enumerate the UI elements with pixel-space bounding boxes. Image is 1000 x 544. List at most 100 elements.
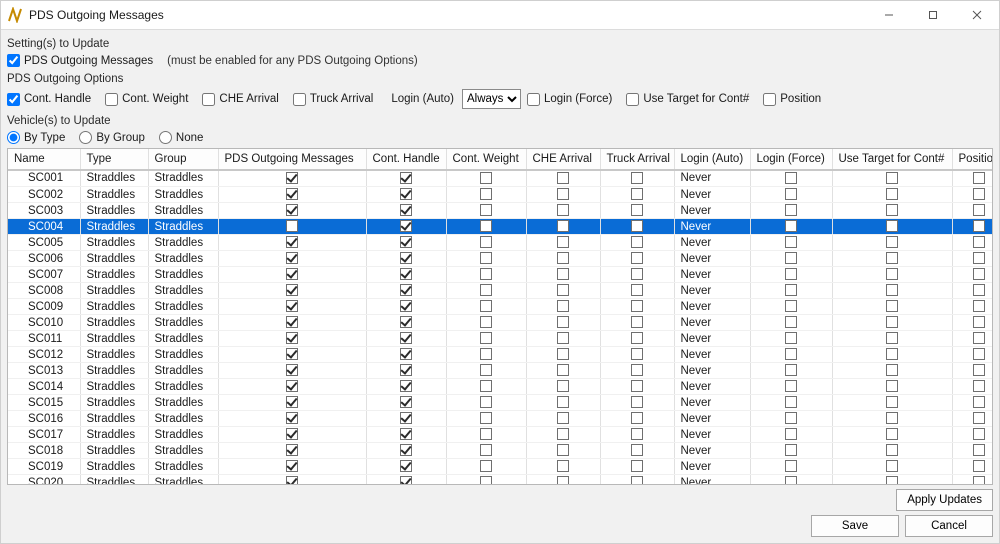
grid-checkbox[interactable] xyxy=(480,428,492,440)
col-la[interactable]: Login (Auto) xyxy=(674,149,750,169)
grid-checkbox[interactable] xyxy=(785,460,797,472)
grid-checkbox[interactable] xyxy=(400,204,412,216)
minimize-button[interactable] xyxy=(867,1,911,29)
grid-checkbox[interactable] xyxy=(557,220,569,232)
cell-login-force[interactable] xyxy=(750,331,832,347)
cell-che-arrival[interactable] xyxy=(526,347,600,363)
grid-checkbox[interactable] xyxy=(480,332,492,344)
grid-checkbox[interactable] xyxy=(631,220,643,232)
grid-checkbox[interactable] xyxy=(557,236,569,248)
col-chea[interactable]: CHE Arrival xyxy=(526,149,600,169)
grid-checkbox[interactable] xyxy=(785,284,797,296)
grid-checkbox[interactable] xyxy=(631,236,643,248)
cell-login-auto[interactable]: Never xyxy=(674,427,750,443)
cell-cont-weight[interactable] xyxy=(446,299,526,315)
grid-checkbox[interactable] xyxy=(286,348,298,360)
grid-checkbox[interactable] xyxy=(286,460,298,472)
cell-cont-weight[interactable] xyxy=(446,203,526,219)
cell-position[interactable] xyxy=(952,203,992,219)
grid-checkbox[interactable] xyxy=(557,188,569,200)
grid-checkbox[interactable] xyxy=(480,220,492,232)
grid-checkbox[interactable] xyxy=(400,252,412,264)
cell-cont-weight[interactable] xyxy=(446,235,526,251)
cell-use-target[interactable] xyxy=(832,235,952,251)
cell-cont-handle[interactable] xyxy=(366,459,446,475)
cell-cont-handle[interactable] xyxy=(366,395,446,411)
grid-checkbox[interactable] xyxy=(785,332,797,344)
grid-checkbox[interactable] xyxy=(286,444,298,456)
cell-pds[interactable] xyxy=(218,379,366,395)
cell-truck-arrival[interactable] xyxy=(600,203,674,219)
cell-login-auto[interactable]: Never xyxy=(674,187,750,203)
grid-checkbox[interactable] xyxy=(400,380,412,392)
grid-checkbox[interactable] xyxy=(400,460,412,472)
grid-checkbox[interactable] xyxy=(480,236,492,248)
grid-checkbox[interactable] xyxy=(400,236,412,248)
cell-truck-arrival[interactable] xyxy=(600,443,674,459)
grid-checkbox[interactable] xyxy=(785,444,797,456)
grid-checkbox[interactable] xyxy=(886,236,898,248)
grid-checkbox[interactable] xyxy=(480,380,492,392)
cell-login-auto[interactable]: Never xyxy=(674,235,750,251)
by-type-radio[interactable]: By Type xyxy=(7,131,65,144)
grid-checkbox[interactable] xyxy=(400,364,412,376)
cell-cont-weight[interactable] xyxy=(446,427,526,443)
cell-login-auto[interactable]: Never xyxy=(674,395,750,411)
cell-login-force[interactable] xyxy=(750,299,832,315)
cell-use-target[interactable] xyxy=(832,203,952,219)
grid-checkbox[interactable] xyxy=(557,396,569,408)
cell-use-target[interactable] xyxy=(832,475,952,485)
grid-checkbox[interactable] xyxy=(286,188,298,200)
grid-checkbox[interactable] xyxy=(886,204,898,216)
cell-login-force[interactable] xyxy=(750,475,832,485)
cell-che-arrival[interactable] xyxy=(526,395,600,411)
cell-che-arrival[interactable] xyxy=(526,443,600,459)
cell-cont-handle[interactable] xyxy=(366,187,446,203)
grid-checkbox[interactable] xyxy=(557,332,569,344)
cell-login-auto[interactable]: Never xyxy=(674,171,750,187)
login-force-checkbox[interactable]: Login (Force) xyxy=(527,93,612,106)
table-row[interactable]: SC020StraddlesStraddlesNever xyxy=(8,475,992,485)
grid-checkbox[interactable] xyxy=(973,204,985,216)
cell-cont-handle[interactable] xyxy=(366,443,446,459)
cancel-button[interactable]: Cancel xyxy=(905,515,993,537)
grid-checkbox[interactable] xyxy=(557,364,569,376)
cell-truck-arrival[interactable] xyxy=(600,315,674,331)
grid-checkbox[interactable] xyxy=(973,380,985,392)
cell-cont-weight[interactable] xyxy=(446,251,526,267)
grid-checkbox[interactable] xyxy=(973,428,985,440)
cont-handle-checkbox[interactable]: Cont. Handle xyxy=(7,93,91,106)
cell-login-auto[interactable]: Never xyxy=(674,251,750,267)
col-cw[interactable]: Cont. Weight xyxy=(446,149,526,169)
grid-checkbox[interactable] xyxy=(973,268,985,280)
cell-truck-arrival[interactable] xyxy=(600,251,674,267)
cell-cont-handle[interactable] xyxy=(366,283,446,299)
cell-che-arrival[interactable] xyxy=(526,331,600,347)
table-row[interactable]: SC008StraddlesStraddlesNever xyxy=(8,283,992,299)
grid-checkbox[interactable] xyxy=(631,284,643,296)
grid-checkbox[interactable] xyxy=(886,332,898,344)
cell-pds[interactable] xyxy=(218,267,366,283)
grid-checkbox[interactable] xyxy=(631,268,643,280)
grid-checkbox[interactable] xyxy=(286,476,298,484)
grid-checkbox[interactable] xyxy=(973,284,985,296)
cell-truck-arrival[interactable] xyxy=(600,331,674,347)
cell-cont-weight[interactable] xyxy=(446,347,526,363)
grid-checkbox[interactable] xyxy=(886,220,898,232)
cell-position[interactable] xyxy=(952,411,992,427)
cell-use-target[interactable] xyxy=(832,283,952,299)
col-type[interactable]: Type xyxy=(80,149,148,169)
cell-che-arrival[interactable] xyxy=(526,379,600,395)
cell-login-auto[interactable]: Never xyxy=(674,443,750,459)
grid-checkbox[interactable] xyxy=(631,252,643,264)
table-row[interactable]: SC004StraddlesStraddlesNever xyxy=(8,219,992,235)
grid-checkbox[interactable] xyxy=(631,172,643,184)
table-row[interactable]: SC017StraddlesStraddlesNever xyxy=(8,427,992,443)
cell-pds[interactable] xyxy=(218,411,366,427)
apply-updates-button[interactable]: Apply Updates xyxy=(896,489,993,511)
cell-use-target[interactable] xyxy=(832,267,952,283)
col-lf[interactable]: Login (Force) xyxy=(750,149,832,169)
pds-outgoing-checkbox[interactable]: PDS Outgoing Messages xyxy=(7,54,153,67)
table-row[interactable]: SC009StraddlesStraddlesNever xyxy=(8,299,992,315)
cell-che-arrival[interactable] xyxy=(526,283,600,299)
